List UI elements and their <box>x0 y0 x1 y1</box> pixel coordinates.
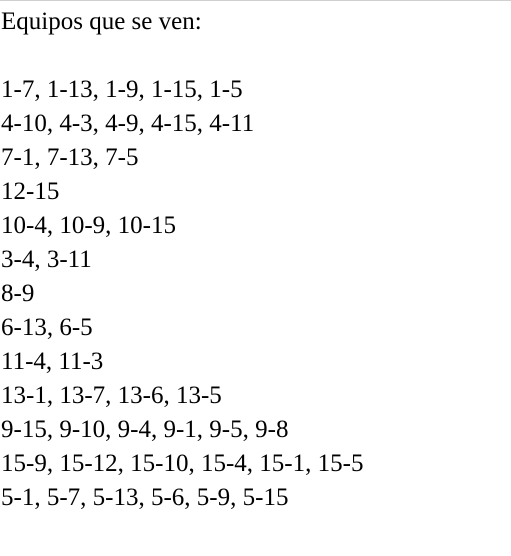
pairing-line: 1-7, 1-13, 1-9, 1-15, 1-5 <box>1 76 243 103</box>
pairing-line: 4-10, 4-3, 4-9, 4-15, 4-11 <box>1 110 255 137</box>
pairing-line: 8-9 <box>1 280 35 307</box>
pairing-line: 6-13, 6-5 <box>1 314 93 341</box>
pairing-line: 5-1, 5-7, 5-13, 5-6, 5-9, 5-15 <box>1 484 289 511</box>
pairing-line: 15-9, 15-12, 15-10, 15-4, 15-1, 15-5 <box>1 450 364 477</box>
pairing-line: 7-1, 7-13, 7-5 <box>1 144 139 171</box>
pairing-line: 9-15, 9-10, 9-4, 9-1, 9-5, 9-8 <box>1 416 289 443</box>
pairing-line: 10-4, 10-9, 10-15 <box>1 212 176 239</box>
top-divider <box>0 0 511 1</box>
pairing-line: 13-1, 13-7, 13-6, 13-5 <box>1 382 222 409</box>
document-body: Equipos que se ven: 1-7, 1-13, 1-9, 1-15… <box>1 5 363 515</box>
page-heading: Equipos que se ven: <box>1 8 202 35</box>
pairing-line: 3-4, 3-11 <box>1 246 92 273</box>
pairing-line: 11-4, 11-3 <box>1 348 104 375</box>
pairing-line: 12-15 <box>1 178 60 205</box>
